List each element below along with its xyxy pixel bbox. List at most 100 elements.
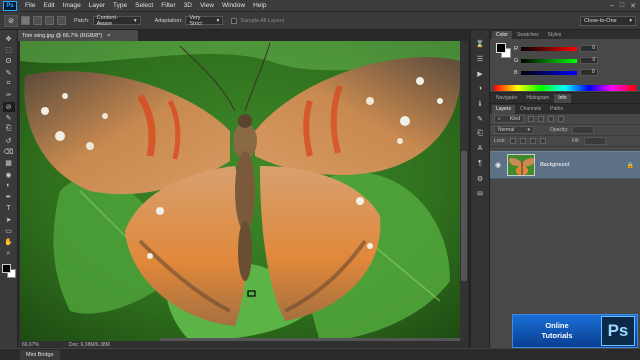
menu-view[interactable]: View xyxy=(200,2,214,9)
menu-image[interactable]: Image xyxy=(63,2,81,9)
workspace-select[interactable]: Close-to-One ▾ xyxy=(580,16,636,26)
layer-filter-row: ⌕ Kind xyxy=(490,114,640,125)
kind-filter-select[interactable]: ⌕ Kind xyxy=(494,115,524,123)
blend-mode-select[interactable]: Normal ▾ xyxy=(494,126,534,134)
lock-all-icon[interactable] xyxy=(539,138,546,144)
tab-layers[interactable]: Layers xyxy=(492,105,516,114)
zoom-level[interactable]: 66.67% xyxy=(22,342,39,348)
color-swatches[interactable] xyxy=(1,263,16,278)
history-brush-icon[interactable]: ↺ xyxy=(3,136,15,146)
red-value[interactable]: 0 xyxy=(579,45,598,52)
menu-window[interactable]: Window xyxy=(222,2,245,9)
properties-panel-icon[interactable]: ☰ xyxy=(474,53,486,64)
tab-info[interactable]: Info xyxy=(554,94,571,103)
lock-position-icon[interactable] xyxy=(529,138,536,144)
type-icon[interactable]: T xyxy=(3,203,15,213)
tool-presets-panel-icon[interactable]: ⚙ xyxy=(474,173,486,184)
crop-icon[interactable]: ⌗ xyxy=(3,79,15,89)
minimize-icon[interactable]: – xyxy=(610,2,614,10)
close-tab-icon[interactable]: × xyxy=(107,33,110,39)
shape-icon[interactable]: ▭ xyxy=(3,226,15,236)
type-filter-icon[interactable] xyxy=(548,116,554,122)
lock-transparent-icon[interactable] xyxy=(509,138,516,144)
menu-layer[interactable]: Layer xyxy=(89,2,105,9)
menu-edit[interactable]: Edit xyxy=(43,2,54,9)
history-panel-icon[interactable]: ⌛ xyxy=(474,38,486,49)
vertical-scroll-thumb[interactable] xyxy=(461,151,467,281)
tab-channels[interactable]: Channels xyxy=(516,105,546,114)
path-select-icon[interactable]: ➤ xyxy=(3,215,15,225)
color-spectrum[interactable] xyxy=(494,85,636,91)
paragraph-panel-icon[interactable]: ¶ xyxy=(474,158,486,169)
patch-select[interactable]: Content-Aware ▾ xyxy=(92,14,141,27)
blue-value[interactable]: 0 xyxy=(579,69,598,76)
marquee-icon[interactable]: ⬚ xyxy=(3,45,15,55)
tab-navigator[interactable]: Navigator xyxy=(492,94,522,103)
color-label-b: B xyxy=(514,69,518,76)
close-icon[interactable]: ✕ xyxy=(630,2,636,10)
pixel-filter-icon[interactable] xyxy=(528,116,534,122)
color-panel-foreground[interactable] xyxy=(496,43,506,53)
adjustments-panel-icon[interactable]: ◑ xyxy=(474,83,486,94)
foreground-color[interactable] xyxy=(1,263,11,273)
lock-image-icon[interactable] xyxy=(519,138,526,144)
tab-color[interactable]: Color xyxy=(492,31,512,39)
gradient-icon[interactable]: ▦ xyxy=(3,158,15,168)
menu-filter[interactable]: Filter xyxy=(161,2,175,9)
adjustment-filter-icon[interactable] xyxy=(538,116,544,122)
tab-histogram[interactable]: Histogram xyxy=(522,94,554,103)
shape-filter-icon[interactable] xyxy=(558,116,564,122)
pen-icon[interactable]: ✒ xyxy=(3,192,15,202)
tab-swatches[interactable]: Swatches xyxy=(512,31,543,39)
add-selection-button[interactable] xyxy=(33,16,42,25)
eraser-icon[interactable]: ⌫ xyxy=(3,147,15,157)
brush-icon[interactable]: ✎ xyxy=(3,113,15,123)
red-slider[interactable] xyxy=(520,46,577,51)
menu-type[interactable]: Type xyxy=(113,2,127,9)
maximize-icon[interactable]: □ xyxy=(620,2,624,10)
character-panel-icon[interactable]: A xyxy=(474,143,486,154)
patch-select-value: Content-Aware xyxy=(96,14,118,27)
new-selection-button[interactable] xyxy=(21,16,30,25)
notes-panel-icon[interactable]: ✉ xyxy=(474,188,486,199)
clone-source-panel-icon[interactable]: ⎗ xyxy=(474,128,486,139)
move-icon[interactable]: ✥ xyxy=(3,34,15,44)
tab-styles[interactable]: Styles xyxy=(543,31,566,39)
canvas[interactable] xyxy=(20,41,462,341)
lasso-icon[interactable]: ʘ xyxy=(3,57,15,67)
intersect-selection-button[interactable] xyxy=(57,16,66,25)
menu-file[interactable]: File xyxy=(25,2,35,9)
menu-help[interactable]: Help xyxy=(253,2,266,9)
brush-panel-icon[interactable]: ✎ xyxy=(474,113,486,124)
patch-icon[interactable]: ⊘ xyxy=(2,101,15,112)
menu-3d[interactable]: 3D xyxy=(184,2,192,9)
clone-stamp-icon[interactable]: ⎗ xyxy=(3,124,15,134)
hand-icon[interactable]: ✋ xyxy=(3,237,15,247)
info-panel-icon[interactable]: ℹ xyxy=(474,98,486,109)
adaptation-select[interactable]: Very Strict ▾ xyxy=(185,15,224,27)
layer-name[interactable]: Background xyxy=(540,162,622,168)
subtract-selection-button[interactable] xyxy=(45,16,54,25)
layer-background[interactable]: ◉ Background 🔒 xyxy=(490,151,640,179)
blue-slider[interactable] xyxy=(520,70,577,75)
eyedropper-icon[interactable]: ✑ xyxy=(3,90,15,100)
tab-paths[interactable]: Paths xyxy=(546,105,567,114)
blur-icon[interactable]: ◉ xyxy=(3,170,15,180)
opacity-field[interactable] xyxy=(572,126,595,134)
patch-label: Patch: xyxy=(74,17,90,24)
layers-panel: Layers Channels Paths ⌕ Kind Normal ▾ Op… xyxy=(490,104,640,348)
fill-field[interactable] xyxy=(583,137,606,145)
eye-icon[interactable]: ◉ xyxy=(494,161,502,169)
dodge-icon[interactable]: ◐ xyxy=(3,181,15,191)
actions-panel-icon[interactable]: ▶ xyxy=(474,68,486,79)
vertical-scrollbar[interactable] xyxy=(460,41,468,341)
patch-icon[interactable]: ⊘ xyxy=(4,14,18,27)
quick-select-icon[interactable]: ✎ xyxy=(3,68,15,78)
menu-select[interactable]: Select xyxy=(135,2,153,9)
sample-all-layers-checkbox[interactable] xyxy=(231,17,238,24)
zoom-icon[interactable]: ⌕ xyxy=(3,249,15,259)
mini-bridge-tab[interactable]: Mini Bridge xyxy=(20,350,60,360)
green-value[interactable]: 0 xyxy=(580,57,599,64)
document-tab[interactable]: Tom wing.jpg @ 66.7% (RGB/8*) × xyxy=(18,30,138,41)
green-slider[interactable] xyxy=(521,58,578,63)
